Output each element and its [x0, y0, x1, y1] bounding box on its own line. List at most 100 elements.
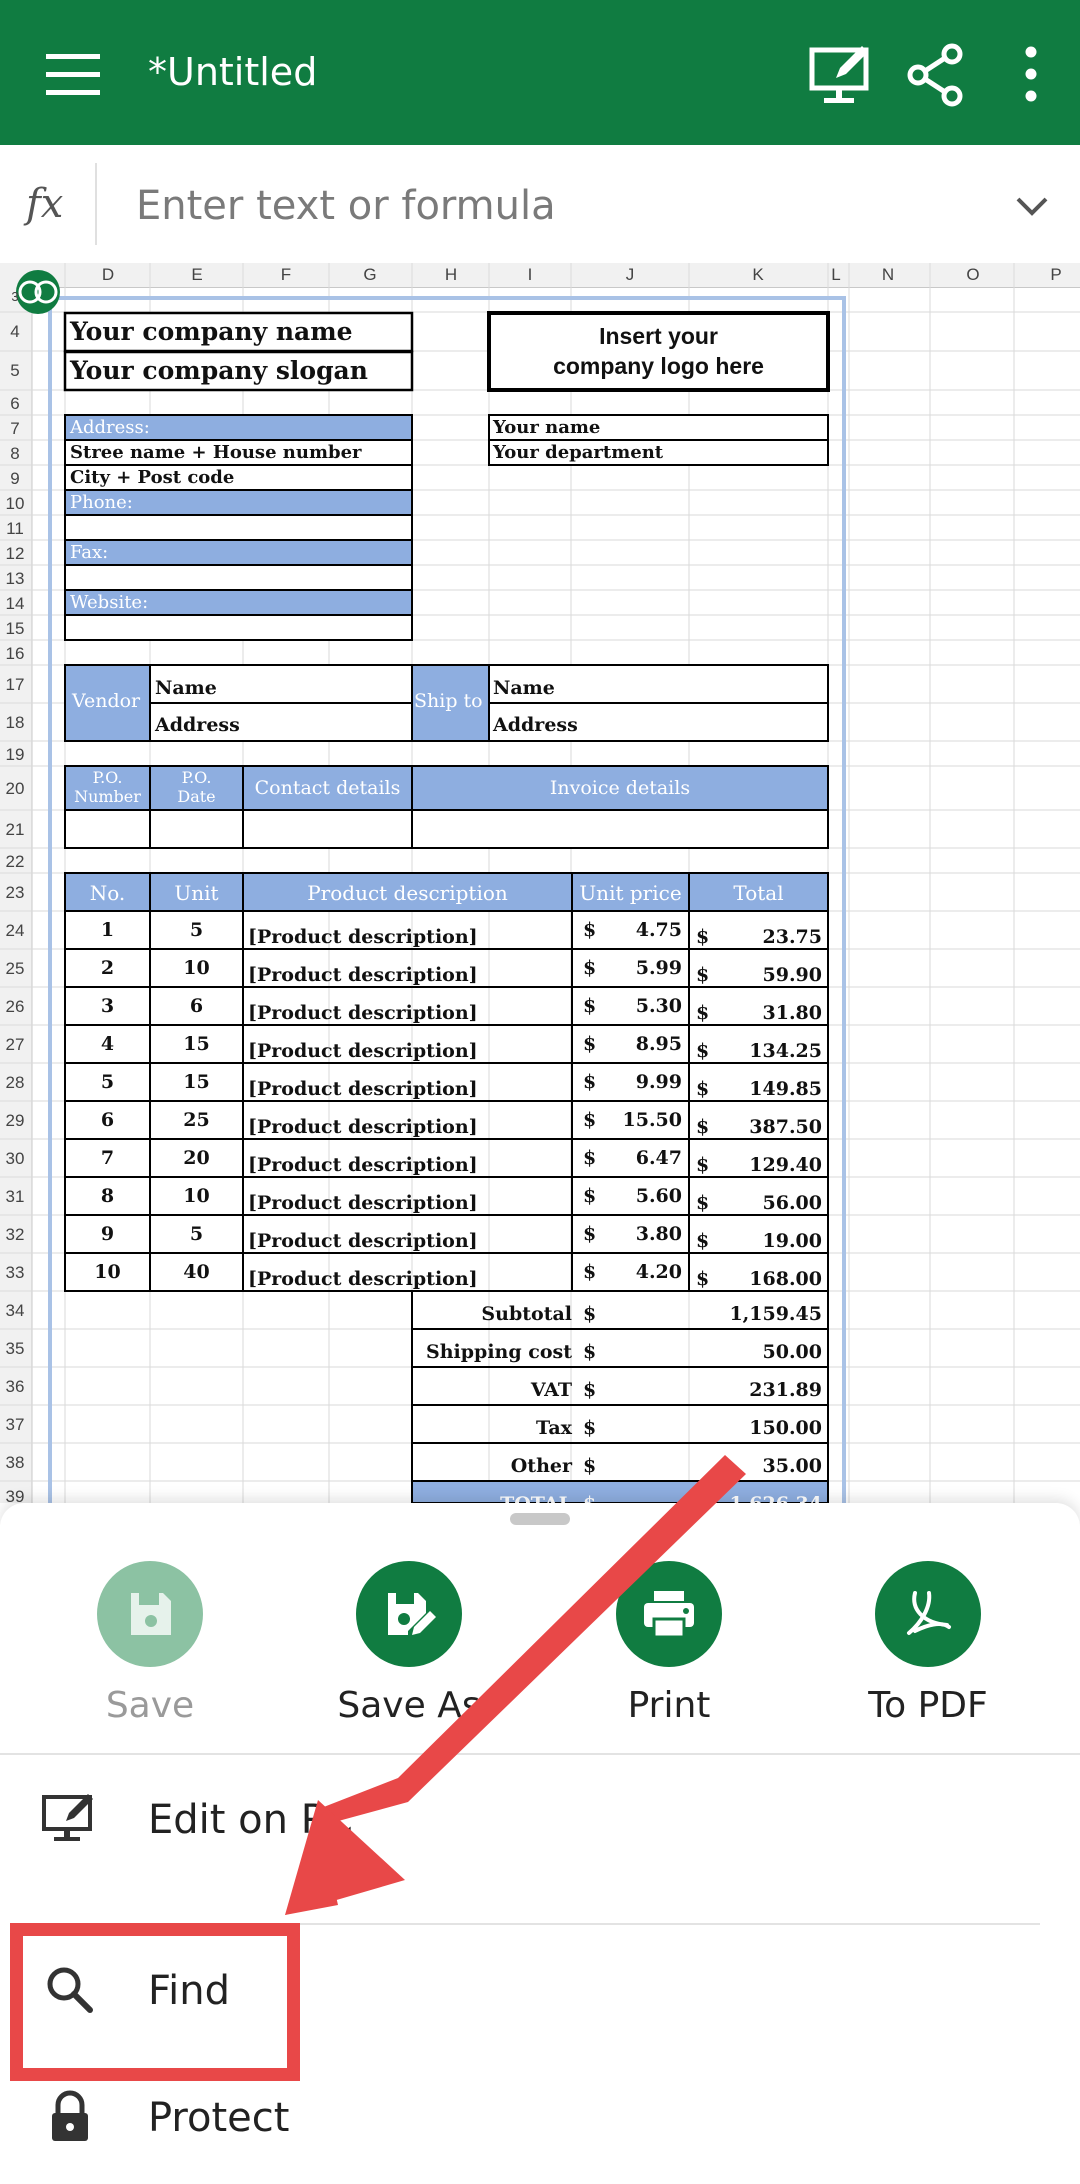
row-header[interactable]: 18	[2, 713, 28, 733]
item-no: 1	[100, 919, 115, 941]
row-header[interactable]: 20	[2, 779, 28, 799]
vendor-label: Vendor	[72, 690, 141, 712]
to-pdf-action[interactable]: To PDF	[828, 1561, 1028, 1726]
item-unit: 5	[189, 1223, 204, 1245]
row-header[interactable]: 19	[2, 745, 28, 765]
item-unit: 40	[183, 1261, 210, 1283]
menu-item-edit-on-pc[interactable]: Edit on PC	[0, 1765, 1080, 1875]
row-header[interactable]: 21	[2, 820, 28, 840]
row-header[interactable]: 22	[2, 852, 28, 872]
drag-handle[interactable]	[510, 1513, 570, 1525]
summary-value: 1,159.45	[729, 1303, 822, 1325]
contact-details-header: Contact details	[254, 777, 401, 799]
row-header[interactable]: 28	[2, 1073, 28, 1093]
print-action[interactable]: Print	[569, 1561, 769, 1726]
item-total: 129.40	[749, 1154, 822, 1176]
save-icon-circle	[97, 1561, 203, 1667]
fx-icon: fx	[26, 181, 64, 227]
row-header[interactable]: 39	[2, 1487, 28, 1503]
row-header[interactable]: 10	[2, 494, 28, 514]
save-as-action[interactable]: Save As	[309, 1561, 509, 1726]
edit-on-pc-icon[interactable]	[806, 40, 876, 110]
summary-currency: $	[583, 1417, 597, 1439]
chevron-down-icon[interactable]	[1012, 187, 1052, 227]
shipto-name: Name	[493, 677, 555, 699]
company-slogan: Your company slogan	[70, 356, 368, 385]
website-label: Website:	[70, 592, 149, 613]
item-unit-price: 5.30	[635, 995, 682, 1017]
row-header[interactable]: 9	[2, 469, 28, 489]
more-options-icon[interactable]	[996, 40, 1066, 110]
row-header[interactable]: 23	[2, 883, 28, 903]
row-header[interactable]: 29	[2, 1111, 28, 1131]
protect-label: Protect	[148, 2095, 290, 2141]
share-icon[interactable]	[902, 40, 972, 110]
row-header[interactable]: 15	[2, 619, 28, 639]
item-description: [Product description]	[248, 1078, 478, 1100]
row-header[interactable]: 16	[2, 644, 28, 664]
row-header[interactable]: 24	[2, 921, 28, 941]
item-total: 134.25	[749, 1040, 822, 1062]
save-action[interactable]: Save	[50, 1561, 250, 1726]
summary-value: 231.89	[749, 1379, 822, 1401]
row-header[interactable]: 33	[2, 1263, 28, 1283]
save-icon	[131, 1593, 171, 1635]
row-header[interactable]: 27	[2, 1035, 28, 1055]
your-department: Your department	[493, 442, 664, 463]
row-header[interactable]: 35	[2, 1339, 28, 1359]
item-unit: 15	[183, 1033, 210, 1055]
item-unit-price: 15.50	[622, 1109, 683, 1131]
item-description: [Product description]	[248, 926, 478, 948]
item-unit-price: 5.99	[635, 957, 682, 979]
col-desc-header: Product description	[307, 881, 508, 905]
row-header[interactable]: 8	[2, 444, 28, 464]
row-header[interactable]: 7	[2, 419, 28, 439]
to-pdf-label: To PDF	[868, 1685, 988, 1726]
item-no: 3	[100, 995, 115, 1017]
row-header[interactable]: 5	[2, 361, 28, 381]
row-header[interactable]: 34	[2, 1301, 28, 1321]
document-title: *Untitled	[148, 50, 318, 94]
logo-placeholder-line1: Insert your	[599, 323, 718, 349]
summary-value: 150.00	[749, 1417, 822, 1439]
item-total: 19.00	[762, 1230, 823, 1252]
row-header[interactable]: 4	[2, 322, 28, 342]
row-header[interactable]: 30	[2, 1149, 28, 1169]
item-unit: 10	[183, 957, 210, 979]
item-no: 2	[100, 957, 115, 979]
row-header[interactable]: 38	[2, 1453, 28, 1473]
item-unit: 15	[183, 1071, 210, 1093]
row-header[interactable]: 6	[2, 394, 28, 414]
row-header[interactable]: 12	[2, 544, 28, 564]
save-label: Save	[105, 1685, 195, 1726]
summary-label: VAT	[530, 1379, 572, 1401]
row-header[interactable]: 37	[2, 1415, 28, 1435]
vendor-address: Address	[155, 714, 240, 736]
save-as-icon-circle	[356, 1561, 462, 1667]
row-header[interactable]: 17	[2, 675, 28, 695]
spreadsheet-grid[interactable]: D E F G H I J K L N O P 3 4 5 6 7 8 9 10…	[0, 263, 1080, 1503]
pdf-icon-circle	[875, 1561, 981, 1667]
formula-bar-divider	[95, 163, 97, 245]
row-header[interactable]: 26	[2, 997, 28, 1017]
row-header[interactable]: 11	[2, 519, 28, 539]
hamburger-menu-icon[interactable]	[38, 40, 108, 110]
row-header[interactable]: 36	[2, 1377, 28, 1397]
row-header[interactable]: 14	[2, 594, 28, 614]
formula-input[interactable]: Enter text or formula	[136, 183, 556, 229]
item-total: 56.00	[762, 1192, 823, 1214]
item-total: 31.80	[762, 1002, 823, 1024]
find-highlight-box	[10, 1923, 300, 2081]
item-unit-price: 5.60	[635, 1185, 682, 1207]
row-header[interactable]: 31	[2, 1187, 28, 1207]
item-unit-price: 4.75	[635, 919, 682, 941]
item-unit: 6	[189, 995, 204, 1017]
row-header[interactable]: 32	[2, 1225, 28, 1245]
row-header[interactable]: 13	[2, 569, 28, 589]
row-header[interactable]: 25	[2, 959, 28, 979]
summary-label: Shipping cost	[426, 1341, 572, 1363]
row-header[interactable]: 3	[2, 289, 28, 304]
item-description: [Product description]	[248, 1154, 478, 1176]
col-total-header: Total	[733, 881, 784, 905]
formula-bar: fx Enter text or formula	[0, 145, 1080, 264]
